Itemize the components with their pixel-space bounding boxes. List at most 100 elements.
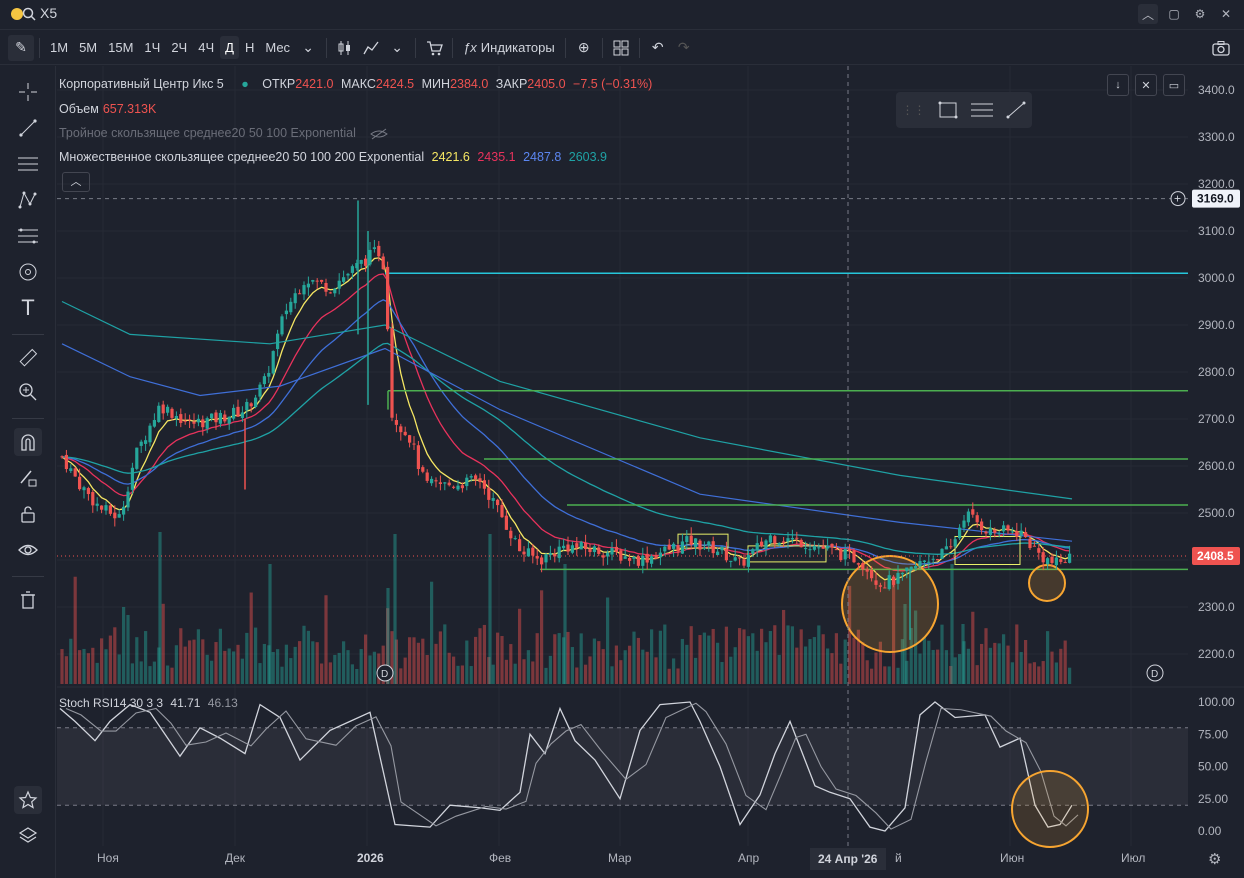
chart-settings-icon: ⚙ (1208, 851, 1221, 868)
candles-icon[interactable] (332, 35, 358, 61)
volume-bar (702, 632, 706, 684)
redo-icon[interactable]: ↷ (671, 35, 697, 61)
interval-4[interactable]: 2Ч (166, 36, 192, 59)
eye-icon[interactable] (14, 536, 42, 564)
lock-drawing-icon[interactable] (14, 464, 42, 492)
collapse-pane-icon[interactable]: ✕ (1135, 74, 1157, 96)
maximize-pane-icon[interactable]: ▭ (1163, 74, 1185, 96)
candle-body (724, 548, 728, 561)
magnet-icon[interactable] (14, 428, 42, 456)
highlight-circle (1011, 770, 1089, 848)
candle-body (496, 499, 500, 506)
volume-bar (641, 649, 645, 684)
candle-body (777, 543, 781, 546)
interval-0[interactable]: 1М (45, 36, 73, 59)
volume-bar (104, 649, 108, 684)
top-bar: X5 ︿ ▢ ⚙ ✕ (0, 0, 1244, 30)
area-chart-icon[interactable] (358, 35, 384, 61)
volume-bar (399, 668, 403, 684)
candle-body (658, 552, 662, 558)
chevron-down-icon[interactable]: ⌄ (295, 35, 321, 61)
camera-icon[interactable] (1208, 35, 1234, 61)
candle-body (227, 416, 231, 424)
favorites-star-icon[interactable] (14, 786, 42, 814)
volume-bar (729, 656, 733, 684)
indicators-button[interactable]: ƒx Индикаторы (458, 36, 560, 59)
candle-body (852, 550, 856, 563)
volume-bar (988, 647, 992, 684)
candle-body (293, 293, 297, 304)
volume-bar (557, 633, 561, 684)
drag-handle-icon[interactable]: ⋮⋮ (902, 103, 926, 117)
arrow-down-icon[interactable]: ↓ (1107, 74, 1129, 96)
text-tool-icon[interactable]: T (14, 294, 42, 322)
candle-body (579, 541, 583, 550)
candle-body (408, 435, 412, 443)
pattern-icon[interactable] (14, 186, 42, 214)
fib-lines-icon[interactable] (14, 150, 42, 178)
volume-bar (434, 643, 438, 684)
volume-bar (158, 532, 162, 684)
collapse-legend-button[interactable]: ︿ (62, 172, 90, 192)
tema-label: Тройное скользящее среднее20 50 100 Expo… (59, 126, 356, 140)
trash-icon[interactable] (14, 586, 42, 614)
candle-body (795, 537, 799, 539)
candle-body (196, 418, 200, 423)
maximize-icon[interactable]: ▢ (1164, 4, 1184, 24)
volume-bar (961, 624, 965, 684)
candle-body (139, 441, 143, 446)
candle-body (69, 468, 73, 472)
cart-icon[interactable] (421, 35, 447, 61)
change-value: −7.5 (−0.31%) (573, 77, 653, 91)
candle-body (720, 546, 724, 551)
candle-body (821, 546, 825, 549)
settings-gear-icon[interactable]: ⚙ (1190, 4, 1210, 24)
close-icon[interactable]: ✕ (1216, 4, 1236, 24)
candle-body (179, 414, 183, 423)
ruler-icon[interactable] (14, 344, 42, 372)
volume-bar (1019, 652, 1023, 684)
pencil-icon[interactable]: ✎ (8, 34, 34, 61)
interval-8[interactable]: Мес (260, 36, 295, 59)
stoch-rsi-pane (57, 701, 1188, 848)
legend-volume: Объем 657.313K (59, 102, 160, 116)
crosshair-icon[interactable] (14, 78, 42, 106)
legend-stoch: Stoch RSI14 30 3 3 41.71 46.13 (59, 696, 242, 710)
price-tick: 3000.0 (1198, 271, 1235, 285)
projection-icon[interactable] (14, 222, 42, 250)
symbol-search[interactable]: X5 (40, 5, 57, 21)
interval-list: 1М 5М 15М 1Ч 2Ч 4Ч Д Н Мес (45, 36, 295, 59)
price-chart[interactable]: 3400.0 3300.0 3200.0 3100.0 3000.0 2900.0 2800… (57, 66, 1244, 878)
add-circle-icon[interactable]: ⊕ (571, 35, 597, 61)
volume-bar (311, 641, 315, 684)
rectangle-tool-icon[interactable] (937, 100, 959, 120)
candle-body (245, 401, 249, 411)
search-icon[interactable] (22, 7, 36, 21)
layout-grid-icon[interactable] (608, 35, 634, 61)
zoom-in-icon[interactable] (14, 378, 42, 406)
chevron-down-icon[interactable]: ⌄ (384, 35, 410, 61)
interval-6[interactable]: Д (220, 36, 239, 59)
candle-body (205, 418, 209, 429)
interval-2[interactable]: 15М (103, 36, 138, 59)
time-label: Апр (738, 851, 760, 865)
unlock-icon[interactable] (14, 500, 42, 528)
volume-bar (135, 637, 139, 684)
brush-icon[interactable] (14, 258, 42, 286)
interval-7[interactable]: Н (240, 36, 259, 59)
layers-icon[interactable] (14, 822, 42, 850)
line-tool-icon[interactable] (1005, 100, 1027, 120)
volume-bar (927, 640, 931, 684)
interval-3[interactable]: 1Ч (139, 36, 165, 59)
price-tick: 2800.0 (1198, 365, 1235, 379)
volume-bar (993, 642, 997, 684)
fib-tool-icon[interactable] (970, 100, 994, 120)
undo-icon[interactable]: ↶ (645, 35, 671, 61)
interval-5[interactable]: 4Ч (193, 36, 219, 59)
volume-bar (443, 624, 447, 684)
collapse-icon[interactable]: ︿ (1138, 4, 1158, 24)
candle-body (240, 412, 244, 418)
interval-1[interactable]: 5М (74, 36, 102, 59)
hidden-eye-icon[interactable] (369, 128, 389, 140)
trend-line-icon[interactable] (14, 114, 42, 142)
